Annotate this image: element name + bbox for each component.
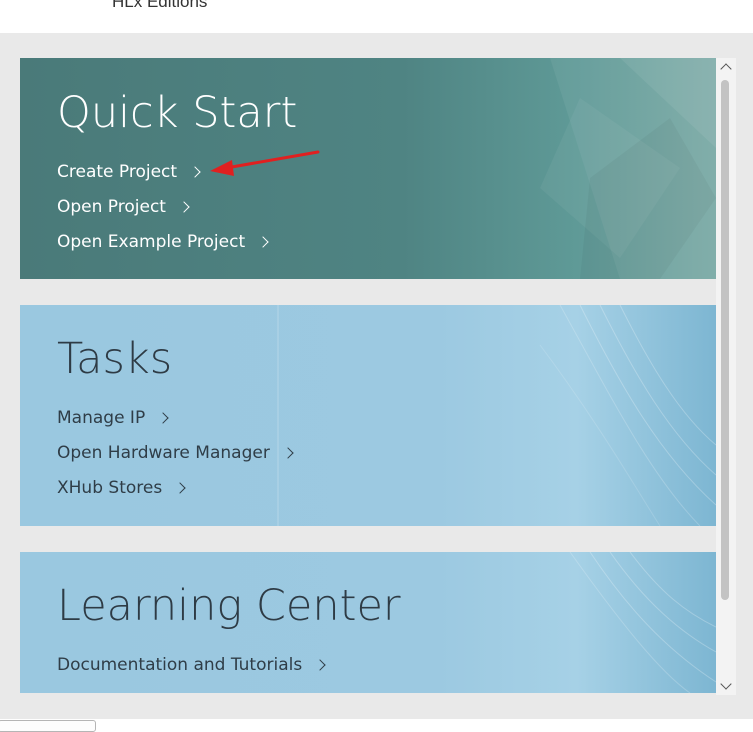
chevron-right-icon [189, 166, 201, 178]
xhub-stores-label: XHub Stores [57, 478, 163, 498]
manage-ip-link[interactable]: Manage IP [57, 408, 169, 428]
chevron-up-icon[interactable] [716, 58, 736, 76]
chevron-right-icon [314, 659, 326, 671]
open-example-project-link[interactable]: Open Example Project [57, 232, 269, 252]
create-project-link[interactable]: Create Project [57, 162, 201, 182]
vertical-scrollbar[interactable] [716, 58, 736, 695]
documentation-and-tutorials-link[interactable]: Documentation and Tutorials [57, 655, 326, 675]
bottom-tab[interactable] [0, 720, 96, 732]
open-project-label: Open Project [57, 197, 166, 217]
quick-start-panel: Quick Start Create Project Open Project … [20, 58, 716, 279]
open-hardware-manager-link[interactable]: Open Hardware Manager [57, 443, 294, 463]
bottom-bar [0, 719, 753, 726]
header-bar: HLx Editions [0, 0, 753, 33]
xhub-stores-link[interactable]: XHub Stores [57, 478, 186, 498]
open-hardware-manager-label: Open Hardware Manager [57, 443, 270, 463]
tasks-title: Tasks [57, 334, 173, 384]
chevron-right-icon [282, 447, 294, 459]
quick-start-title: Quick Start [57, 88, 298, 138]
create-project-label: Create Project [57, 162, 178, 182]
chevron-right-icon [157, 412, 169, 424]
scrollbar-thumb[interactable] [721, 80, 729, 600]
chevron-down-icon[interactable] [716, 677, 736, 695]
chevron-right-icon [257, 236, 269, 248]
chevron-right-icon [178, 201, 190, 213]
documentation-and-tutorials-label: Documentation and Tutorials [57, 655, 303, 675]
edition-caption: HLx Editions [112, 0, 208, 11]
tasks-panel: Tasks Manage IP Open Hardware Manager XH… [20, 305, 716, 526]
open-example-project-label: Open Example Project [57, 232, 246, 252]
chevron-right-icon [174, 482, 186, 494]
manage-ip-label: Manage IP [57, 408, 146, 428]
learning-center-panel: Learning Center Documentation and Tutori… [20, 552, 716, 693]
learning-center-title: Learning Center [57, 581, 401, 631]
open-project-link[interactable]: Open Project [57, 197, 190, 217]
